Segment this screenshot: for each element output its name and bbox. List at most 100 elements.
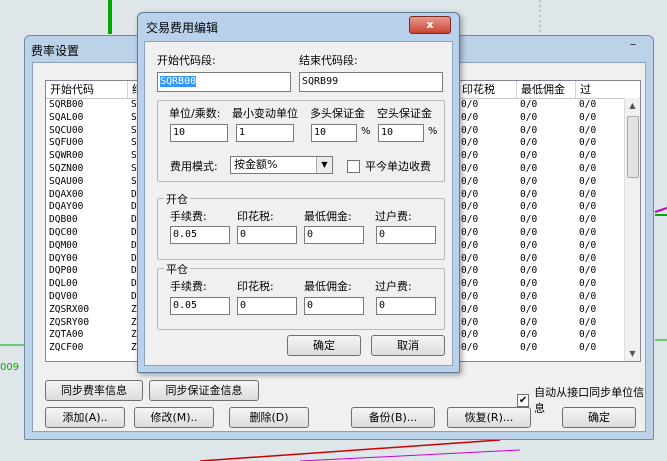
add-button[interactable]: 添加(A).. — [45, 407, 125, 428]
chevron-down-icon[interactable]: ▼ — [316, 157, 332, 173]
cell-start-code: DQV00 — [49, 290, 78, 302]
cell-min-commission: 0/0 — [520, 214, 538, 226]
cell-min-commission: 0/0 — [520, 162, 538, 174]
open-fee-label: 手续费: — [170, 210, 207, 223]
close-today-checkbox[interactable]: 平今单边收费 — [347, 158, 431, 174]
open-fee-input[interactable]: 0.05 — [170, 226, 230, 244]
scroll-up-icon[interactable]: ▲ — [625, 98, 640, 113]
open-group-title: 开仓 — [164, 191, 190, 207]
close-fee-input[interactable]: 0.05 — [170, 297, 230, 315]
col-start-code[interactable]: 开始代码 — [46, 81, 128, 98]
cell-start-code: ZQTA00 — [49, 329, 84, 341]
close-fee-label: 手续费: — [170, 280, 207, 293]
cell-start-code: SQAU00 — [49, 175, 84, 187]
main-ok-button[interactable]: 确定 — [562, 407, 636, 428]
delete-button[interactable]: 删除(D) — [229, 407, 309, 428]
sync-margin-button[interactable]: 同步保证金信息 — [149, 380, 259, 401]
cell-stamp-tax: 0/0 — [461, 303, 479, 315]
cell-stamp-tax: 0/0 — [461, 124, 479, 136]
cell-stamp-tax: 0/0 — [461, 111, 479, 123]
cell-start-code: SQAL00 — [49, 111, 84, 123]
cell-min-commission: 0/0 — [520, 329, 538, 341]
cell-end-code-text: S — [131, 99, 137, 110]
auto-sync-check-icon[interactable]: ✔ — [517, 393, 530, 407]
cell-start-code: DQAX00 — [49, 188, 84, 200]
cell-transfer: 0/0 — [579, 329, 597, 341]
cell-min-commission: 0/0 — [520, 265, 538, 277]
start-code-input[interactable]: SQRB00 — [157, 72, 291, 92]
cell-end-code-text: Z — [131, 329, 137, 341]
short-margin-input[interactable]: 10 — [378, 124, 424, 142]
long-margin-input[interactable]: 10 — [311, 124, 357, 142]
cell-transfer: 0/0 — [579, 252, 597, 264]
cell-stamp-tax: 0/0 — [461, 265, 479, 277]
short-margin-label: 空头保证金 — [377, 107, 432, 120]
cell-end-code-text: D — [131, 265, 137, 277]
table-scrollbar[interactable]: ▲ ▼ — [624, 98, 640, 361]
cell-stamp-tax: 0/0 — [461, 252, 479, 264]
cell-start-code: DQY00 — [49, 252, 78, 264]
minimize-icon[interactable]: – — [623, 38, 643, 54]
close-icon[interactable]: x — [409, 16, 451, 34]
close-stamp-label: 印花税: — [237, 280, 274, 293]
cell-start-code: SQZN00 — [49, 162, 84, 174]
cell-min-commission: 0/0 — [520, 278, 538, 290]
open-transfer-input[interactable]: 0 — [376, 226, 436, 244]
dialog-cancel-button[interactable]: 取消 — [371, 335, 445, 356]
close-min-comm-label: 最低佣金: — [304, 280, 352, 293]
col-min-commission[interactable]: 最低佣金 — [517, 81, 576, 98]
cell-start-code: DQP00 — [49, 265, 78, 277]
open-stamp-input[interactable]: 0 — [237, 226, 297, 244]
cell-stamp-tax: 0/0 — [461, 226, 479, 238]
cell-end-code-text: S — [131, 124, 137, 136]
end-code-input[interactable]: SQRB99 — [299, 72, 443, 92]
close-transfer-input[interactable]: 0 — [376, 297, 436, 315]
sync-fee-button[interactable]: 同步费率信息 — [45, 380, 143, 401]
scroll-down-icon[interactable]: ▼ — [625, 346, 640, 361]
cell-min-commission: 0/0 — [520, 316, 538, 328]
fee-edit-dialog: 交易费用编辑 x 开始代码段: SQRB00 结束代码段: SQRB99 单位/… — [137, 12, 460, 373]
min-tick-input[interactable]: 1 — [236, 124, 294, 142]
cell-end-code-text: S — [131, 137, 137, 149]
restore-button[interactable]: 恢复(R)... — [447, 407, 531, 428]
open-transfer-label: 过户费: — [375, 210, 412, 223]
cell-transfer: 0/0 — [579, 201, 597, 213]
close-today-check-icon[interactable] — [347, 159, 360, 173]
open-stamp-label: 印花税: — [237, 210, 274, 223]
col-transfer[interactable]: 过 — [576, 81, 616, 98]
cell-end-code-text: D — [131, 239, 137, 251]
cell-min-commission: 0/0 — [520, 137, 538, 149]
backup-button[interactable]: 备份(B)... — [351, 407, 435, 428]
window-title: 费率设置 — [31, 44, 80, 58]
start-code-label: 开始代码段: — [157, 54, 216, 67]
cell-stamp-tax: 0/0 — [461, 201, 479, 213]
edit-button[interactable]: 修改(M).. — [134, 407, 214, 428]
cell-end-code-text: D — [131, 278, 137, 290]
close-today-label: 平今单边收费 — [365, 160, 431, 173]
unit-input[interactable]: 10 — [170, 124, 228, 142]
cell-min-commission: 0/0 — [520, 239, 538, 251]
close-min-comm-input[interactable]: 0 — [304, 297, 364, 315]
start-code-value: SQRB00 — [160, 76, 197, 87]
close-stamp-input[interactable]: 0 — [237, 297, 297, 315]
dialog-ok-button[interactable]: 确定 — [287, 335, 361, 356]
cell-transfer: 0/0 — [579, 150, 597, 162]
unit-label: 单位/乘数: — [169, 107, 221, 120]
cell-stamp-tax: 0/0 — [461, 188, 479, 200]
cell-min-commission: 0/0 — [520, 99, 538, 110]
cell-start-code: DQM00 — [49, 239, 78, 251]
cell-end-code-text: D — [131, 252, 137, 264]
fee-mode-select[interactable]: 按金额% ▼ — [230, 156, 333, 174]
cell-end-code-text: Z — [131, 342, 137, 354]
col-stamp-tax[interactable]: 印花税 — [458, 81, 517, 98]
cell-stamp-tax: 0/0 — [461, 329, 479, 341]
cell-transfer: 0/0 — [579, 278, 597, 290]
cell-stamp-tax: 0/0 — [461, 175, 479, 187]
scroll-thumb[interactable] — [627, 116, 639, 178]
open-min-comm-input[interactable]: 0 — [304, 226, 364, 244]
cell-min-commission: 0/0 — [520, 175, 538, 187]
cell-stamp-tax: 0/0 — [461, 278, 479, 290]
cell-stamp-tax: 0/0 — [461, 137, 479, 149]
dialog-title: 交易费用编辑 — [146, 21, 219, 35]
cell-end-code-text: D — [131, 214, 137, 226]
